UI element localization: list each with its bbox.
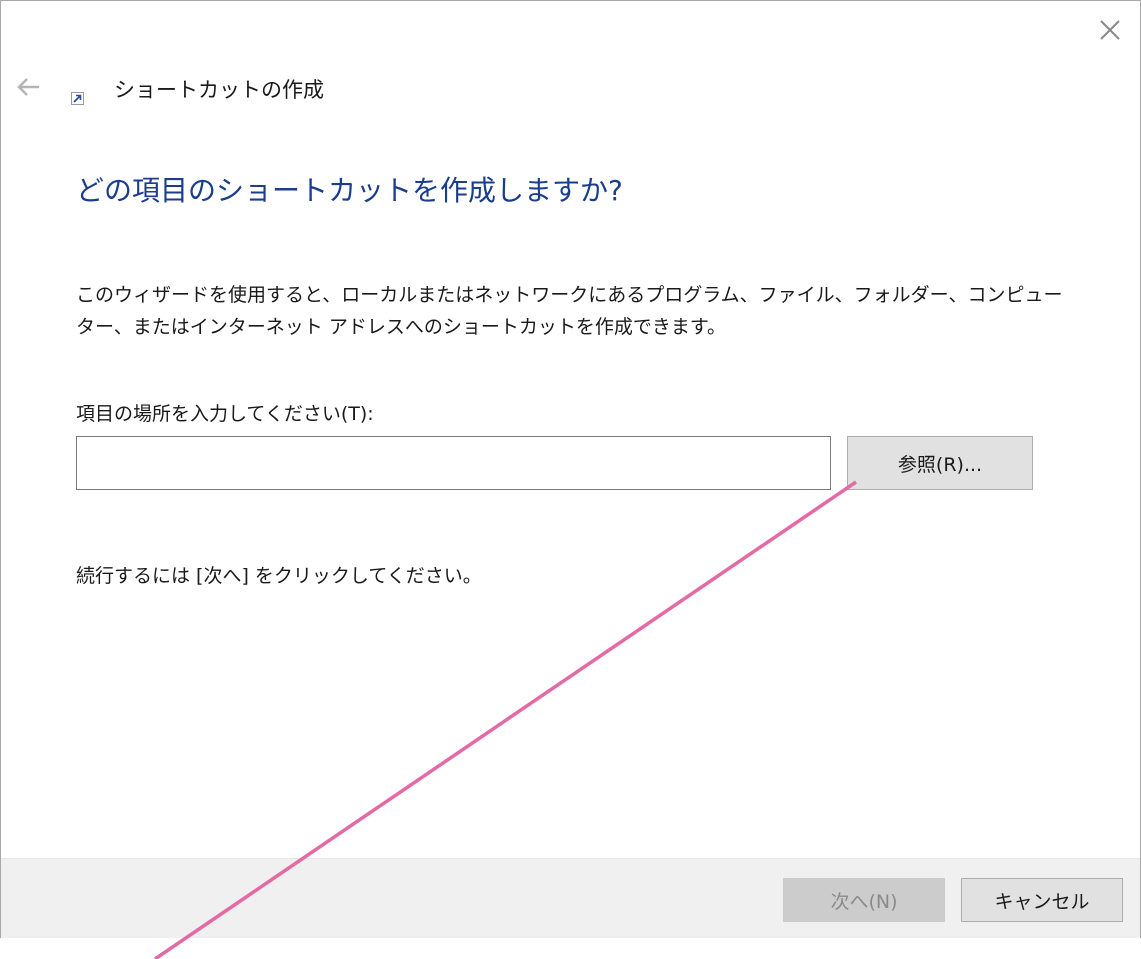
- browse-button[interactable]: 参照(R)...: [847, 436, 1033, 490]
- close-icon: [1100, 20, 1120, 40]
- close-button[interactable]: [1093, 13, 1127, 47]
- location-label: 項目の場所を入力してください(T):: [76, 403, 374, 425]
- cancel-button[interactable]: キャンセル: [961, 878, 1123, 922]
- window-title: ショートカットの作成: [114, 78, 324, 102]
- shortcut-icon: [71, 90, 84, 105]
- page-heading: どの項目のショートカットを作成しますか?: [76, 174, 623, 207]
- continue-instruction: 続行するには [次へ] をクリックしてください。: [76, 565, 482, 587]
- dialog-footer: 次へ(N) キャンセル: [1, 858, 1140, 938]
- back-button[interactable]: [15, 75, 43, 99]
- wizard-description: このウィザードを使用すると、ローカルまたはネットワークにあるプログラム、ファイル…: [76, 284, 1063, 338]
- next-button[interactable]: 次へ(N): [783, 878, 945, 922]
- back-arrow-icon: [17, 78, 39, 96]
- create-shortcut-dialog: ショートカットの作成 どの項目のショートカットを作成しますか? このウィザードを…: [0, 0, 1141, 938]
- location-input[interactable]: [76, 436, 831, 490]
